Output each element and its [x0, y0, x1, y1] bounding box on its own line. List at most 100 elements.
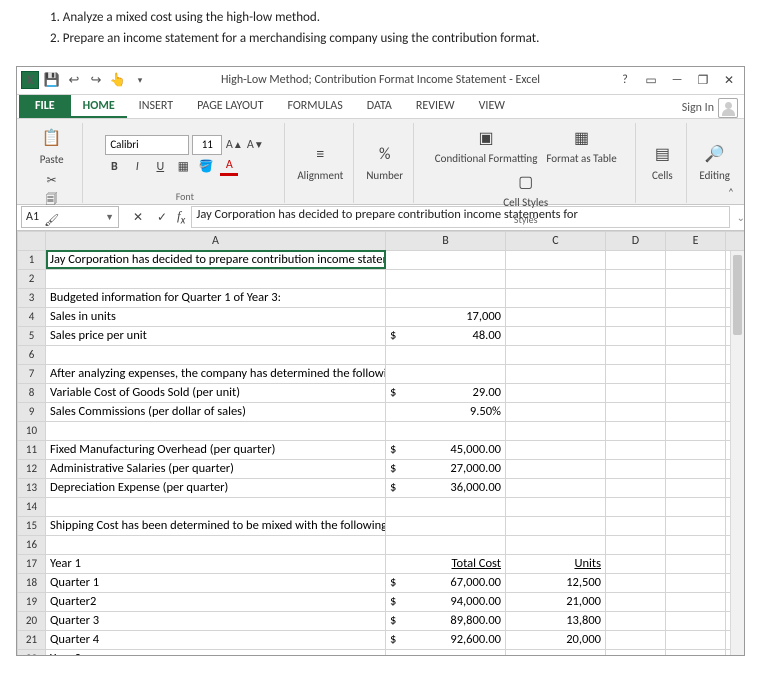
cell[interactable] — [666, 573, 726, 592]
touch-mode-icon[interactable]: 👆 — [109, 71, 127, 89]
cell[interactable]: 17,000 — [386, 307, 506, 326]
cell[interactable]: Total Cost — [386, 554, 506, 573]
cell[interactable] — [666, 554, 726, 573]
cell[interactable]: Year 2 — [46, 649, 386, 655]
cell[interactable] — [666, 326, 726, 345]
cell[interactable]: 21,000 — [506, 592, 606, 611]
cell[interactable] — [606, 478, 666, 497]
font-name-input[interactable] — [105, 135, 189, 155]
cell[interactable] — [506, 269, 606, 288]
cell[interactable] — [666, 459, 726, 478]
cell[interactable] — [666, 345, 726, 364]
cancel-icon[interactable]: ✕ — [129, 208, 147, 226]
ribbon-options-icon[interactable]: ▭ — [642, 71, 660, 89]
cell[interactable] — [506, 440, 606, 459]
font-size-input[interactable] — [192, 135, 222, 155]
cell[interactable]: $67,000.00 — [386, 573, 506, 592]
cell[interactable] — [606, 364, 666, 383]
cell[interactable] — [606, 592, 666, 611]
cell[interactable]: Sales Commissions (per dollar of sales) — [46, 402, 386, 421]
cell[interactable] — [666, 440, 726, 459]
cell[interactable]: 13,800 — [506, 611, 606, 630]
row-header[interactable]: 20 — [18, 611, 46, 630]
italic-icon[interactable]: I — [128, 158, 146, 176]
vertical-scrollbar[interactable] — [730, 251, 744, 655]
cell[interactable] — [666, 497, 726, 516]
cell[interactable] — [506, 421, 606, 440]
minimize-icon[interactable]: — — [668, 71, 686, 89]
cell[interactable]: After analyzing expenses, the company ha… — [46, 364, 386, 383]
cell[interactable]: Quarter 1 — [46, 573, 386, 592]
row-header[interactable]: 10 — [18, 421, 46, 440]
fill-color-icon[interactable]: 🪣 — [197, 158, 215, 176]
cell[interactable] — [606, 535, 666, 554]
cell[interactable] — [506, 250, 606, 269]
alignment-button[interactable]: ≡ Alignment — [293, 139, 347, 184]
close-icon[interactable]: ✕ — [720, 71, 738, 89]
cell[interactable] — [386, 649, 506, 655]
cell[interactable]: Administrative Salaries (per quarter) — [46, 459, 386, 478]
cell[interactable]: Sales price per unit — [46, 326, 386, 345]
cell[interactable]: $92,600.00 — [386, 630, 506, 649]
cell[interactable] — [666, 383, 726, 402]
row-header[interactable]: 11 — [18, 440, 46, 459]
cell-styles-button[interactable]: ▢ Cell Styles — [499, 167, 552, 211]
cell[interactable] — [386, 364, 506, 383]
cell[interactable] — [666, 630, 726, 649]
cells-button[interactable]: ▤ Cells — [644, 139, 680, 184]
row-header[interactable]: 19 — [18, 592, 46, 611]
cell[interactable] — [386, 269, 506, 288]
cell[interactable] — [386, 516, 506, 535]
cell[interactable] — [606, 345, 666, 364]
row-header[interactable]: 9 — [18, 402, 46, 421]
cell[interactable]: Units — [506, 554, 606, 573]
select-all-cell[interactable] — [18, 231, 46, 250]
cell[interactable]: $94,000.00 — [386, 592, 506, 611]
cell[interactable] — [606, 649, 666, 655]
cell[interactable] — [606, 459, 666, 478]
tab-file[interactable]: FILE — [19, 94, 71, 118]
row-header[interactable]: 12 — [18, 459, 46, 478]
tab-home[interactable]: HOME — [71, 94, 127, 118]
shrink-font-icon[interactable]: A▼ — [246, 136, 264, 154]
cell[interactable]: Quarter2 — [46, 592, 386, 611]
cell[interactable]: 12,500 — [506, 573, 606, 592]
cell[interactable] — [666, 611, 726, 630]
cell[interactable] — [506, 364, 606, 383]
collapse-ribbon-icon[interactable]: ˄ — [722, 184, 740, 202]
cell[interactable] — [506, 478, 606, 497]
cell[interactable]: Sales in units — [46, 307, 386, 326]
cell[interactable] — [386, 288, 506, 307]
cell[interactable] — [506, 288, 606, 307]
row-header[interactable]: 15 — [18, 516, 46, 535]
cell[interactable] — [666, 250, 726, 269]
row-header[interactable]: 18 — [18, 573, 46, 592]
col-header-a[interactable]: A — [46, 231, 386, 250]
cell[interactable] — [666, 592, 726, 611]
qat-more-icon[interactable]: ▾ — [131, 71, 149, 89]
expand-formula-bar-icon[interactable]: ⌄ — [737, 211, 745, 224]
cell[interactable] — [666, 516, 726, 535]
cell[interactable]: Variable Cost of Goods Sold (per unit) — [46, 383, 386, 402]
tab-review[interactable]: REVIEW — [404, 94, 467, 118]
cell[interactable] — [666, 649, 726, 655]
row-header[interactable]: 5 — [18, 326, 46, 345]
cell[interactable] — [606, 440, 666, 459]
conditional-formatting-button[interactable]: ▣ Conditional Formatting — [431, 123, 542, 167]
cell[interactable] — [666, 478, 726, 497]
cell[interactable]: $36,000.00 — [386, 478, 506, 497]
undo-icon[interactable]: ↩ — [65, 71, 83, 89]
row-header[interactable]: 8 — [18, 383, 46, 402]
enter-icon[interactable]: ✓ — [153, 208, 171, 226]
cell[interactable] — [506, 345, 606, 364]
cell[interactable]: $48.00 — [386, 326, 506, 345]
save-icon[interactable]: 💾 — [43, 71, 61, 89]
cell[interactable] — [606, 497, 666, 516]
cell[interactable] — [506, 383, 606, 402]
cell[interactable]: Shipping Cost has been determined to be … — [46, 516, 386, 535]
row-header[interactable]: 3 — [18, 288, 46, 307]
col-header-f[interactable]: F — [726, 231, 745, 250]
cell[interactable] — [46, 269, 386, 288]
cell[interactable]: Depreciation Expense (per quarter) — [46, 478, 386, 497]
cell[interactable] — [606, 573, 666, 592]
